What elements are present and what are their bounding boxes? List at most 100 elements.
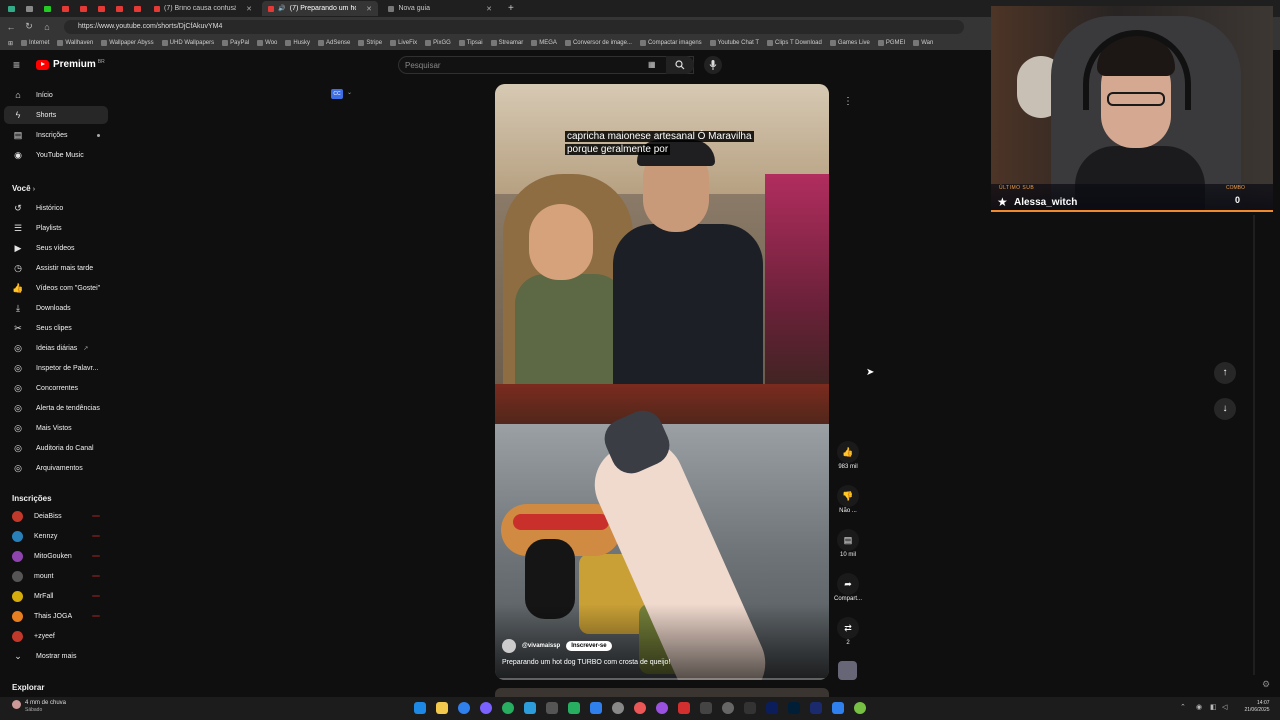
short-video-player[interactable] — [495, 84, 829, 680]
bookmark[interactable]: Tipsai — [458, 40, 483, 46]
sidebar-item-shorts[interactable]: ϟ Shorts — [4, 106, 108, 124]
sidebar-item-youtube-music[interactable]: ◉ YouTube Music — [4, 146, 108, 164]
sidebar-item-liked-videos[interactable]: 👍 Vídeos com "Gostei" — [4, 279, 108, 297]
more-options-icon[interactable]: ⋮ — [843, 96, 853, 107]
tray-chevron-icon[interactable]: ⌃ — [1180, 703, 1186, 711]
bookmark[interactable]: Husky — [285, 40, 310, 46]
sidebar-item-most-viewed[interactable]: ◎ Mais Vistos — [4, 419, 108, 437]
new-tab-button[interactable]: + — [502, 1, 520, 16]
menu-icon[interactable]: ≡ — [13, 59, 25, 71]
pinned-tab[interactable] — [22, 3, 36, 15]
app-icon[interactable] — [744, 702, 756, 714]
bookmark[interactable]: Wallhaven — [57, 40, 93, 46]
sidebar-item-home[interactable]: ⌂ Início — [4, 86, 108, 104]
youtube-logo[interactable]: Premium BR — [36, 59, 105, 70]
share-button[interactable]: ➦ Compart... — [834, 573, 862, 602]
app-icon[interactable] — [634, 702, 646, 714]
pinned-tab[interactable] — [40, 3, 54, 15]
browser-tab[interactable]: Nova guia ✕ — [382, 1, 498, 16]
bookmark[interactable]: AdSense — [318, 40, 350, 46]
channel-avatar[interactable] — [502, 639, 516, 653]
next-short-button[interactable]: ↓ — [1214, 398, 1236, 420]
short-title[interactable]: Preparando um hot dog TURBO com crosta d… — [502, 659, 670, 666]
sidebar-item-competitors[interactable]: ◎ Concorrentes — [4, 379, 108, 397]
browser-tab[interactable]: (7) Brino causa confusão no Rodi... ✕ — [148, 1, 258, 16]
bookmark[interactable]: Wan — [913, 40, 933, 46]
acrobat-icon[interactable] — [678, 702, 690, 714]
premiere-icon[interactable] — [766, 702, 778, 714]
bookmark[interactable]: Compactar imagens — [639, 40, 702, 46]
network-icon[interactable]: ◧ — [1210, 703, 1217, 711]
bookmark[interactable]: Clips T Download — [767, 40, 822, 46]
app-icon[interactable] — [612, 702, 624, 714]
bookmark[interactable]: MEGA — [531, 40, 557, 46]
app-icon[interactable] — [546, 702, 558, 714]
app-icon[interactable] — [854, 702, 866, 714]
subscription-channel[interactable]: MitoGouken — [4, 547, 108, 565]
bookmark[interactable]: Games Live — [829, 40, 870, 46]
bookmark[interactable]: Streamar — [490, 40, 523, 46]
video-progress-bar[interactable] — [495, 678, 829, 680]
sound-thumbnail[interactable] — [838, 661, 857, 680]
subscribe-button[interactable]: Inscrever-se — [566, 641, 612, 651]
subscription-channel[interactable]: Thais JOGA — [4, 607, 108, 625]
previous-short-button[interactable]: ↑ — [1214, 362, 1236, 384]
pinned-tab[interactable] — [130, 3, 144, 15]
search-button[interactable] — [666, 56, 694, 74]
subscription-channel[interactable]: DeiaBiss — [4, 507, 108, 525]
discord-icon[interactable] — [480, 702, 492, 714]
sidebar-item-trend-alert[interactable]: ◎ Alerta de tendências — [4, 399, 108, 417]
close-tab-icon[interactable]: ✕ — [246, 5, 252, 13]
reload-icon[interactable]: ↻ — [22, 21, 36, 32]
app-icon[interactable] — [590, 702, 602, 714]
sidebar-item-subscriptions[interactable]: ▤ Inscrições — [4, 126, 108, 144]
browser-tab-active[interactable]: 🔊 (7) Preparando um hot dog... ✕ — [262, 1, 378, 16]
pinned-tab[interactable] — [4, 3, 18, 15]
sidebar-item-archives[interactable]: ◎ Arquivamentos — [4, 459, 108, 477]
pinned-tab[interactable] — [94, 3, 108, 15]
keyboard-icon[interactable]: ▦ — [648, 60, 656, 69]
you-section-heading[interactable]: Você › — [12, 184, 35, 193]
home-icon[interactable]: ⌂ — [40, 22, 54, 32]
subscription-channel[interactable]: MrFall — [4, 587, 108, 605]
bookmark[interactable]: Youtube Chat T — [709, 40, 759, 46]
chrome-icon[interactable] — [458, 702, 470, 714]
whatsapp-icon[interactable] — [502, 702, 514, 714]
gear-icon[interactable]: ⚙ — [1262, 679, 1270, 690]
xbox-icon[interactable] — [568, 702, 580, 714]
sidebar-item-history[interactable]: ↺ Histórico — [4, 199, 108, 217]
bookmark[interactable]: Stripe — [358, 40, 382, 46]
close-tab-icon[interactable]: ✕ — [366, 5, 372, 13]
chevron-down-icon[interactable]: ⌄ — [347, 89, 352, 96]
captions-extension-icon[interactable]: CC — [331, 89, 343, 99]
microphone-icon[interactable]: ◉ — [1196, 703, 1202, 711]
subscription-channel[interactable]: +zyeef — [4, 627, 108, 645]
photoshop-icon[interactable] — [788, 702, 800, 714]
bookmark[interactable]: Internet — [21, 40, 49, 46]
bookmark[interactable]: Wallpaper Abyss — [101, 40, 154, 46]
pinned-tab[interactable] — [76, 3, 90, 15]
sidebar-item-downloads[interactable]: ⤓ Downloads — [4, 299, 108, 317]
url-field[interactable]: https://www.youtube.com/shorts/DjCfAkuvY… — [64, 19, 964, 34]
subscription-channel[interactable]: Kennzy — [4, 527, 108, 545]
voice-search-button[interactable] — [704, 56, 722, 74]
apps-icon[interactable]: ⊞ — [8, 40, 13, 47]
dislike-button[interactable]: 👎 Não ... — [834, 485, 862, 514]
remix-button[interactable]: ⇄ 2 — [834, 617, 862, 646]
app-icon[interactable] — [656, 702, 668, 714]
pinned-tab[interactable] — [58, 3, 72, 15]
comments-button[interactable]: ▤ 10 mil — [834, 529, 862, 558]
file-explorer-icon[interactable] — [436, 702, 448, 714]
bookmark[interactable]: Conversor de image... — [564, 40, 632, 46]
bookmark[interactable]: PGMEI — [877, 40, 905, 46]
pinned-tab[interactable] — [112, 3, 126, 15]
scrollbar[interactable] — [1253, 215, 1255, 675]
bookmark[interactable]: PixGG — [425, 40, 451, 46]
bookmark[interactable]: LiveFix — [390, 40, 417, 46]
sidebar-item-channel-audit[interactable]: ◎ Auditoria do Canal — [4, 439, 108, 457]
media-encoder-icon[interactable] — [810, 702, 822, 714]
sidebar-item-playlists[interactable]: ☰ Playlists — [4, 219, 108, 237]
system-clock[interactable]: 14:07 21/06/2025 — [1238, 700, 1269, 714]
bookmark[interactable]: Woo — [257, 40, 277, 46]
sidebar-item-watch-later[interactable]: ◷ Assistir mais tarde — [4, 259, 108, 277]
